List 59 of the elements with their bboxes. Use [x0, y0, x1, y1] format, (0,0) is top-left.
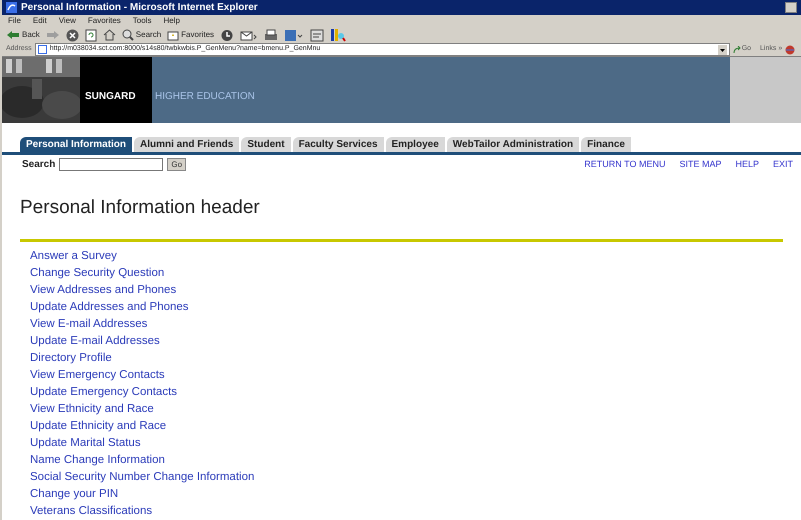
menu-item[interactable]: Tools [132, 15, 152, 28]
nav-link[interactable]: SITE MAP [679, 158, 722, 172]
menu-link[interactable]: Name Change Information [30, 452, 801, 470]
printer-icon[interactable] [264, 28, 278, 42]
menu-link[interactable]: Social Security Number Change Information [30, 469, 801, 486]
toolbar-button[interactable]: Favorites [167, 29, 214, 42]
menu-link[interactable]: Change your PIN [30, 486, 801, 504]
brand-name: SUNGARD [85, 91, 136, 102]
search-label: Search [22, 158, 56, 172]
menu-link[interactable]: Update E-mail Addresses [30, 333, 801, 350]
tab[interactable]: WebTailor Administration [446, 137, 580, 152]
page-icon [38, 45, 47, 54]
tab[interactable]: Faculty Services [292, 137, 384, 152]
browser-logo-icon [6, 2, 17, 13]
menu-item[interactable]: Edit [32, 15, 47, 28]
menu-link[interactable]: Update Addresses and Phones [30, 299, 801, 316]
menu-link[interactable]: View E-mail Addresses [30, 316, 801, 334]
menu-link[interactable]: View Emergency Contacts [30, 367, 801, 384]
refresh-icon[interactable] [84, 28, 97, 42]
menu-item[interactable]: View [58, 15, 76, 28]
folder-icon [167, 30, 180, 41]
tab[interactable]: Student [241, 137, 291, 152]
tab[interactable]: Alumni and Friends [134, 137, 240, 152]
menu-link[interactable]: Change Security Question [30, 265, 801, 282]
books-icon[interactable] [330, 28, 346, 42]
menu-link[interactable]: View Addresses and Phones [30, 282, 801, 300]
minimize-button[interactable] [785, 2, 797, 13]
search-icon [122, 29, 134, 42]
tab[interactable]: Employee [386, 137, 445, 152]
toolbar-button[interactable]: Search [122, 29, 162, 42]
window-title: Personal Information - Microsoft Internet Explorer [21, 1, 258, 15]
home-icon[interactable] [102, 29, 116, 42]
go-button[interactable]: Go [167, 158, 186, 172]
brand-subtitle: HIGHER EDUCATION [155, 91, 255, 102]
menu-link[interactable]: Update Ethnicity and Race [30, 418, 801, 436]
toolbar-button[interactable]: Back [6, 29, 40, 42]
menu-item[interactable]: File [8, 15, 21, 28]
menu-link[interactable]: Update Marital Status [30, 435, 801, 452]
menu-link[interactable]: View Ethnicity and Race [30, 401, 801, 418]
menu-item[interactable]: Help [163, 15, 180, 28]
mail-icon[interactable] [240, 28, 258, 42]
search-field[interactable] [59, 158, 164, 172]
back-arrow-icon [6, 30, 20, 40]
tab[interactable]: Personal Information [20, 137, 132, 152]
nav-link[interactable]: HELP [735, 158, 759, 172]
nav-link[interactable]: RETURN TO MENU [584, 158, 666, 172]
nav-link[interactable]: EXIT [772, 158, 793, 172]
menu-item[interactable]: Favorites [88, 15, 121, 28]
edit-icon[interactable] [284, 28, 304, 42]
menu-link[interactable]: Veterans Classifications [30, 503, 801, 520]
menu-link[interactable]: Update Emergency Contacts [30, 384, 801, 402]
discuss-icon[interactable] [310, 28, 324, 42]
go-arrow-icon [732, 46, 741, 54]
history-icon[interactable] [220, 28, 234, 42]
menu-link[interactable]: Answer a Survey [30, 248, 801, 266]
menu-link[interactable]: Directory Profile [30, 350, 801, 368]
tab[interactable]: Finance [581, 137, 631, 152]
stop-icon[interactable] [66, 28, 79, 42]
page-header: Personal Information header [19, 196, 261, 220]
